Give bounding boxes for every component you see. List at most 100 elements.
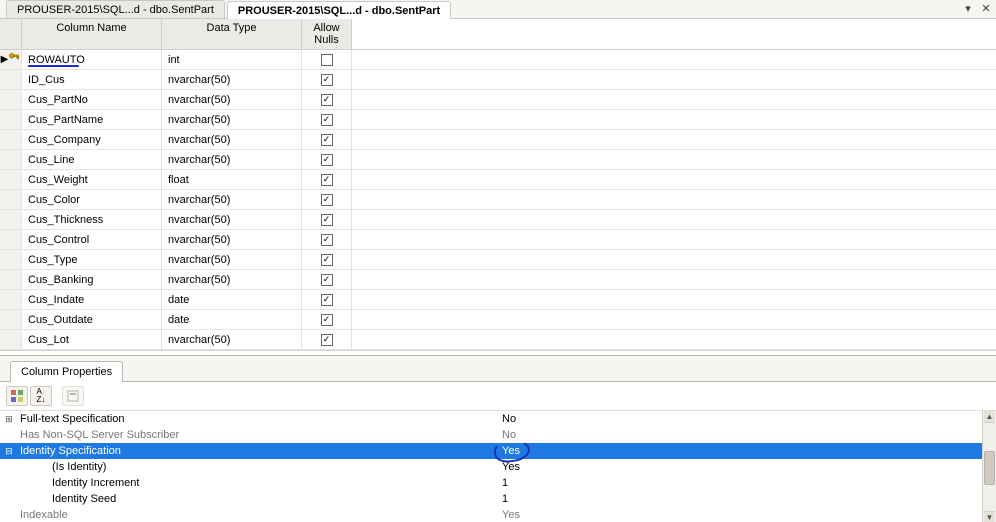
column-name-cell[interactable]: ID_Cus xyxy=(22,70,162,89)
row-gutter[interactable] xyxy=(0,130,22,149)
allow-nulls-cell[interactable]: ✓ xyxy=(302,290,352,309)
row-gutter[interactable] xyxy=(0,230,22,249)
column-name-cell[interactable]: Cus_PartName xyxy=(22,110,162,129)
column-name-cell[interactable]: Cus_Banking xyxy=(22,270,162,289)
row-gutter[interactable] xyxy=(0,90,22,109)
categorized-button[interactable] xyxy=(6,386,28,406)
table-row[interactable]: Cus_Typenvarchar(50) ✓ xyxy=(0,250,996,270)
data-type-cell[interactable]: nvarchar(50) xyxy=(162,70,302,89)
scroll-thumb[interactable] xyxy=(984,451,995,485)
allow-nulls-checkbox[interactable]: ✓ xyxy=(321,314,333,326)
allow-nulls-checkbox[interactable]: ✓ xyxy=(321,334,333,346)
dropdown-icon[interactable]: ▾ xyxy=(962,2,974,15)
allow-nulls-cell[interactable]: ✓ xyxy=(302,230,352,249)
property-value[interactable]: 1 xyxy=(500,476,982,490)
table-row[interactable]: Cus_Companynvarchar(50)✓ xyxy=(0,130,996,150)
table-row[interactable]: Cus_Outdatedate✓ xyxy=(0,310,996,330)
column-name-cell[interactable]: Cus_Type xyxy=(22,250,162,269)
table-row[interactable]: ID_Cusnvarchar(50) ✓ xyxy=(0,70,996,90)
property-row[interactable]: Has Non-SQL Server SubscriberNo xyxy=(0,427,996,443)
row-gutter[interactable] xyxy=(0,330,22,349)
properties-scrollbar[interactable]: ▲ ▼ xyxy=(982,411,996,522)
property-value[interactable]: No xyxy=(500,412,982,426)
alphabetical-button[interactable]: AZ↓ xyxy=(30,386,52,406)
data-type-cell[interactable]: nvarchar(50) xyxy=(162,330,302,349)
row-gutter[interactable] xyxy=(0,310,22,329)
table-row[interactable]: Cus_Lotnvarchar(50) ✓ xyxy=(0,330,996,350)
allow-nulls-cell[interactable]: ✓ xyxy=(302,70,352,89)
property-row[interactable]: IndexableYes xyxy=(0,507,996,522)
allow-nulls-cell[interactable]: ✓ xyxy=(302,110,352,129)
row-gutter[interactable] xyxy=(0,210,22,229)
property-value[interactable]: Yes xyxy=(500,508,982,522)
allow-nulls-cell[interactable]: ✓ xyxy=(302,150,352,169)
property-row[interactable]: ⊞Full-text SpecificationNo xyxy=(0,411,996,427)
allow-nulls-cell[interactable]: ✓ xyxy=(302,270,352,289)
data-type-cell[interactable]: int xyxy=(162,50,302,69)
property-value[interactable]: No xyxy=(500,428,982,442)
allow-nulls-cell[interactable]: ✓ xyxy=(302,330,352,349)
property-row[interactable]: Identity Increment1 xyxy=(0,475,996,491)
property-value[interactable]: Yes xyxy=(500,444,982,458)
allow-nulls-checkbox[interactable]: ✓ xyxy=(321,154,333,166)
data-type-cell[interactable]: nvarchar(50) xyxy=(162,110,302,129)
data-type-cell[interactable]: nvarchar(50) xyxy=(162,250,302,269)
table-row[interactable]: Cus_Indatedate ✓ xyxy=(0,290,996,310)
column-name-cell[interactable]: Cus_Line xyxy=(22,150,162,169)
property-value[interactable]: 1 xyxy=(500,492,982,506)
allow-nulls-cell[interactable]: ✓ xyxy=(302,250,352,269)
allow-nulls-checkbox[interactable]: ✓ xyxy=(321,234,333,246)
row-gutter[interactable] xyxy=(0,190,22,209)
column-name-cell[interactable]: Cus_Company xyxy=(22,130,162,149)
data-type-cell[interactable]: nvarchar(50) xyxy=(162,90,302,109)
expand-icon[interactable]: ⊞ xyxy=(0,414,18,425)
row-gutter[interactable] xyxy=(0,250,22,269)
column-name-cell[interactable]: Cus_Color xyxy=(22,190,162,209)
allow-nulls-cell[interactable]: ✓ xyxy=(302,190,352,209)
allow-nulls-checkbox[interactable]: ✓ xyxy=(321,274,333,286)
data-type-cell[interactable]: nvarchar(50) xyxy=(162,150,302,169)
expand-icon[interactable]: ⊟ xyxy=(0,446,18,457)
allow-nulls-checkbox[interactable]: ✓ xyxy=(321,74,333,86)
row-gutter[interactable] xyxy=(0,270,22,289)
allow-nulls-checkbox[interactable]: ✓ xyxy=(321,214,333,226)
allow-nulls-cell[interactable]: ✓ xyxy=(302,170,352,189)
row-gutter[interactable] xyxy=(0,290,22,309)
row-gutter[interactable] xyxy=(0,70,22,89)
allow-nulls-cell[interactable]: ✓ xyxy=(302,310,352,329)
close-icon[interactable]: ✕ xyxy=(980,2,992,15)
allow-nulls-cell[interactable] xyxy=(302,50,352,69)
column-name-cell[interactable]: Cus_PartNo xyxy=(22,90,162,109)
allow-nulls-checkbox[interactable]: ✓ xyxy=(321,294,333,306)
property-row[interactable]: ⊟Identity SpecificationYes xyxy=(0,443,996,459)
table-row[interactable]: Cus_PartNonvarchar(50)✓ xyxy=(0,90,996,110)
column-name-cell[interactable]: Cus_Control xyxy=(22,230,162,249)
allow-nulls-cell[interactable]: ✓ xyxy=(302,210,352,229)
allow-nulls-cell[interactable]: ✓ xyxy=(302,130,352,149)
property-row[interactable]: (Is Identity)Yes xyxy=(0,459,996,475)
allow-nulls-checkbox[interactable]: ✓ xyxy=(321,254,333,266)
allow-nulls-checkbox[interactable] xyxy=(321,54,333,66)
column-name-cell[interactable]: Cus_Lot xyxy=(22,330,162,349)
table-row[interactable]: Cus_Thicknessnvarchar(50)✓ xyxy=(0,210,996,230)
tab-active[interactable]: PROUSER-2015\SQL...d - dbo.SentPart xyxy=(227,1,451,19)
column-name-cell[interactable]: Cus_Indate xyxy=(22,290,162,309)
data-type-cell[interactable]: float xyxy=(162,170,302,189)
allow-nulls-checkbox[interactable]: ✓ xyxy=(321,194,333,206)
table-row[interactable]: Cus_Weightfloat✓ xyxy=(0,170,996,190)
table-row[interactable]: Cus_PartNamenvarchar(50) ✓ xyxy=(0,110,996,130)
column-name-cell[interactable]: Cus_Outdate xyxy=(22,310,162,329)
allow-nulls-checkbox[interactable]: ✓ xyxy=(321,114,333,126)
allow-nulls-checkbox[interactable]: ✓ xyxy=(321,134,333,146)
scroll-down-icon[interactable]: ▼ xyxy=(984,511,995,522)
row-gutter[interactable] xyxy=(0,150,22,169)
table-row[interactable]: ▶ROWAUTOint xyxy=(0,50,996,70)
data-type-cell[interactable]: nvarchar(50) xyxy=(162,190,302,209)
table-row[interactable]: Cus_Bankingnvarchar(50)✓ xyxy=(0,270,996,290)
row-gutter[interactable] xyxy=(0,170,22,189)
column-name-cell[interactable]: Cus_Thickness xyxy=(22,210,162,229)
tab-inactive[interactable]: PROUSER-2015\SQL...d - dbo.SentPart xyxy=(6,0,225,18)
data-type-cell[interactable]: nvarchar(50) xyxy=(162,230,302,249)
allow-nulls-cell[interactable]: ✓ xyxy=(302,90,352,109)
data-type-cell[interactable]: date xyxy=(162,290,302,309)
